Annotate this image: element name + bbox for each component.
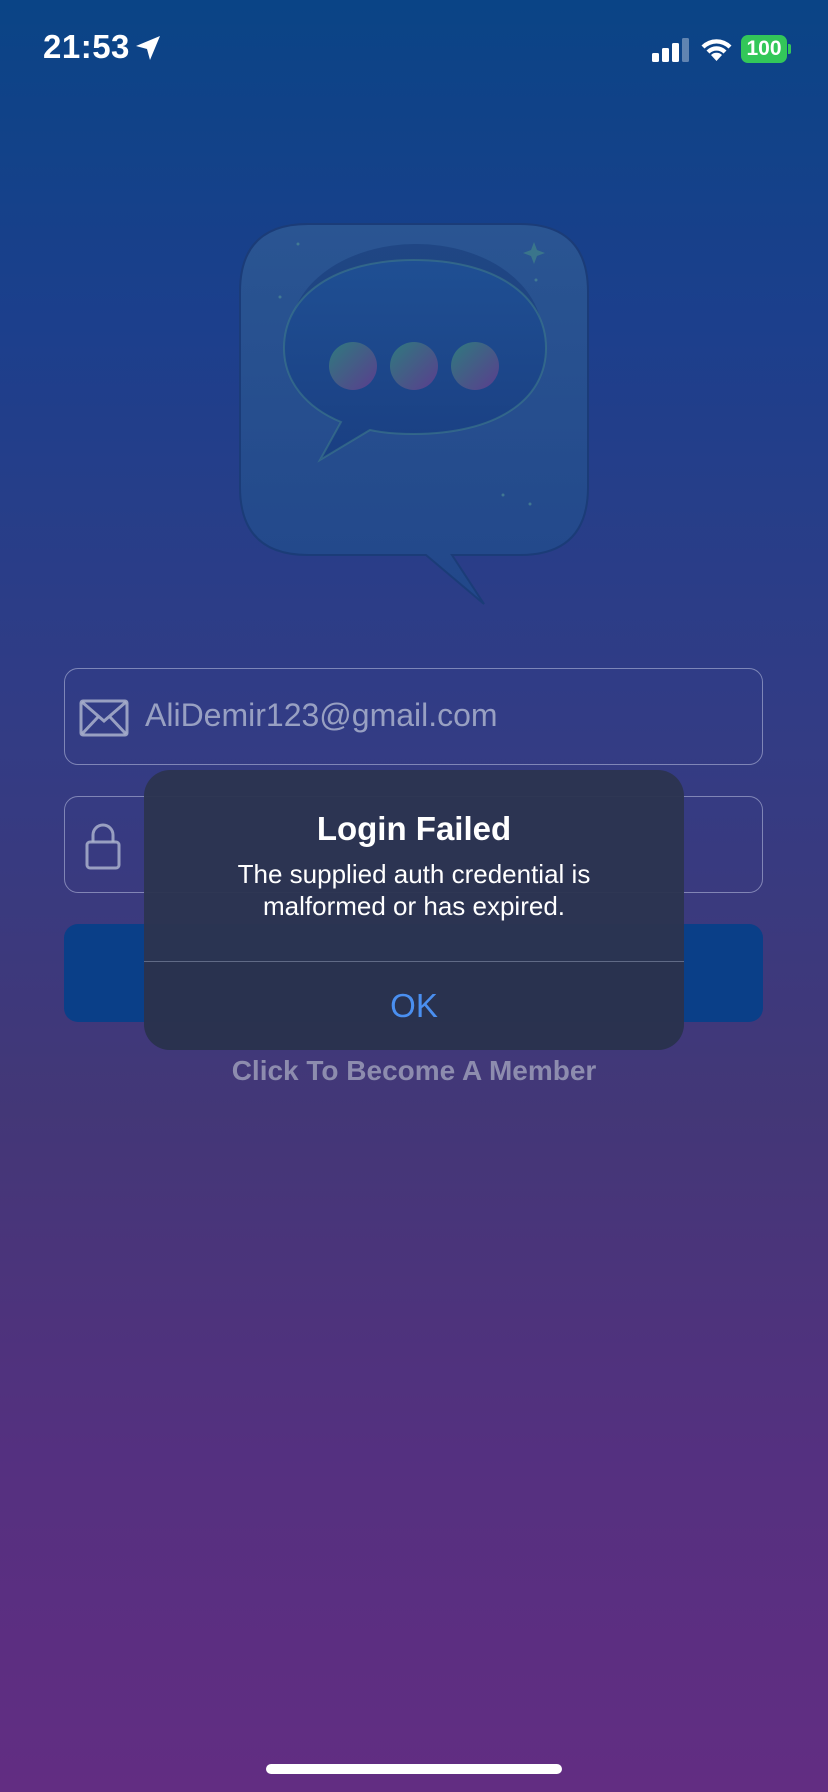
login-failed-alert: Login Failed The supplied auth credentia… xyxy=(144,770,684,1050)
home-indicator[interactable] xyxy=(266,1764,562,1774)
alert-ok-button[interactable]: OK xyxy=(144,962,684,1050)
alert-title: Login Failed xyxy=(316,810,512,847)
alert-message: The supplied auth credential is malforme… xyxy=(237,859,591,921)
